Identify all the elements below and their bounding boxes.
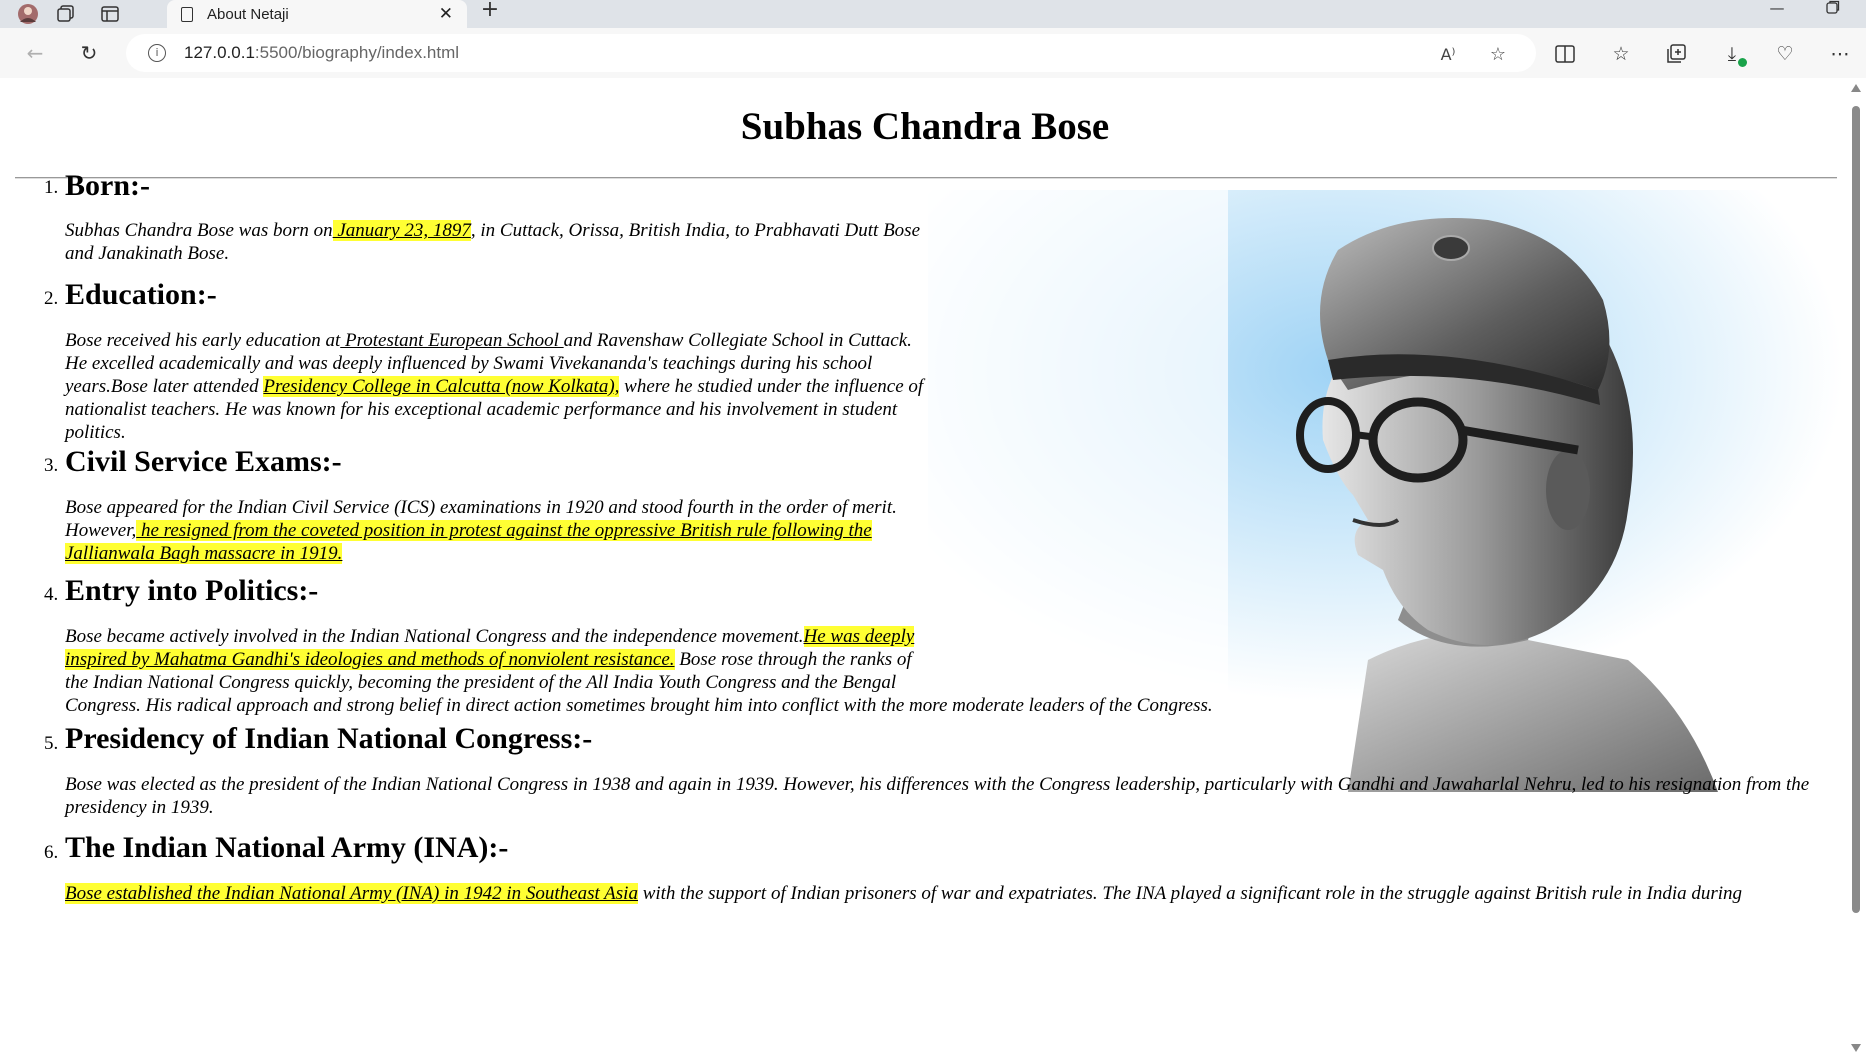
highlight-ina-founding: Bose established the Indian National Arm… [65, 883, 638, 904]
underline-school: Protestant European School [340, 330, 564, 351]
tab-strip: About Netaji ✕ + — [0, 0, 1866, 28]
download-complete-badge [1738, 58, 1747, 67]
section-heading-presidency: Presidency of Indian National Congress:- [65, 722, 593, 755]
list-number: 2. [44, 288, 59, 309]
browser-toolbar: ← ↻ i 127.0.0.1:5500/biography/index.htm… [0, 28, 1866, 78]
browser-essentials-icon[interactable]: ♡ [1772, 41, 1798, 67]
maximize-icon[interactable] [1818, 0, 1848, 22]
highlight-resignation: he resigned from the coveted position in… [65, 520, 872, 564]
active-tab[interactable]: About Netaji ✕ [167, 0, 467, 28]
address-bar[interactable]: i 127.0.0.1:5500/biography/index.html A⁾… [126, 34, 1536, 72]
section-text-education: Bose received his early education at Pro… [65, 330, 924, 443]
collections-icon[interactable] [1663, 41, 1689, 67]
workspaces-icon[interactable] [54, 2, 78, 26]
section-text-born: Subhas Chandra Bose was born on January … [65, 220, 921, 264]
section-heading-politics: Entry into Politics:- [65, 574, 319, 607]
page-viewport: Subhas Chandra Bose 1. Born:- Subhas Cha… [4, 78, 1846, 1064]
downloads-icon[interactable]: ⤓ [1719, 41, 1747, 67]
section-text-presidency: Bose was elected as the president of the… [65, 774, 1810, 818]
list-number: 4. [44, 584, 59, 605]
scroll-down-arrow-icon[interactable] [1851, 1044, 1861, 1052]
section-heading-education: Education:- [65, 278, 217, 311]
list-number: 3. [44, 455, 59, 476]
document-icon [181, 6, 193, 22]
scroll-thumb[interactable] [1852, 106, 1860, 913]
scroll-up-arrow-icon[interactable] [1851, 84, 1861, 92]
tab-actions-icon[interactable] [98, 2, 122, 26]
highlight-presidency-college: Presidency College in Calcutta (now Kolk… [263, 376, 620, 397]
refresh-icon[interactable]: ↻ [74, 38, 104, 68]
info-icon[interactable]: i [148, 44, 166, 62]
page-scrollbar[interactable] [1849, 80, 1863, 1064]
list-number: 1. [44, 177, 59, 198]
photo-wrap-spacer [935, 625, 1465, 694]
favorites-icon[interactable]: ☆ [1608, 41, 1634, 67]
plus-icon[interactable]: + [478, 0, 502, 26]
list-number: 5. [44, 733, 59, 754]
back-icon[interactable]: ← [20, 38, 50, 68]
section-heading-civil-service: Civil Service Exams:- [65, 445, 342, 478]
url-text[interactable]: 127.0.0.1:5500/biography/index.html [184, 43, 459, 63]
section-text-ina: Bose established the Indian National Arm… [65, 883, 1743, 904]
split-screen-icon[interactable] [1552, 41, 1578, 67]
close-icon[interactable]: ✕ [439, 4, 453, 24]
page-title: Subhas Chandra Bose [740, 105, 1110, 148]
section-text-civil-service: Bose appeared for the Indian Civil Servi… [65, 497, 897, 564]
profile-avatar-icon[interactable] [16, 2, 40, 26]
section-text-politics-start: Bose became actively involved in the Ind… [65, 625, 1465, 717]
star-icon[interactable]: ☆ [1486, 42, 1510, 66]
tab-title: About Netaji [207, 5, 289, 23]
minimize-icon[interactable]: — [1762, 0, 1792, 22]
horizontal-rule [15, 177, 1837, 179]
more-icon[interactable]: ⋯ [1827, 41, 1853, 67]
highlight-birth-date: January 23, 1897 [332, 220, 471, 241]
list-number: 6. [44, 842, 59, 863]
section-heading-ina: The Indian National Army (INA):- [65, 831, 509, 864]
section-heading-born: Born:- [65, 169, 150, 202]
read-aloud-icon[interactable]: A⁾ [1436, 42, 1460, 66]
